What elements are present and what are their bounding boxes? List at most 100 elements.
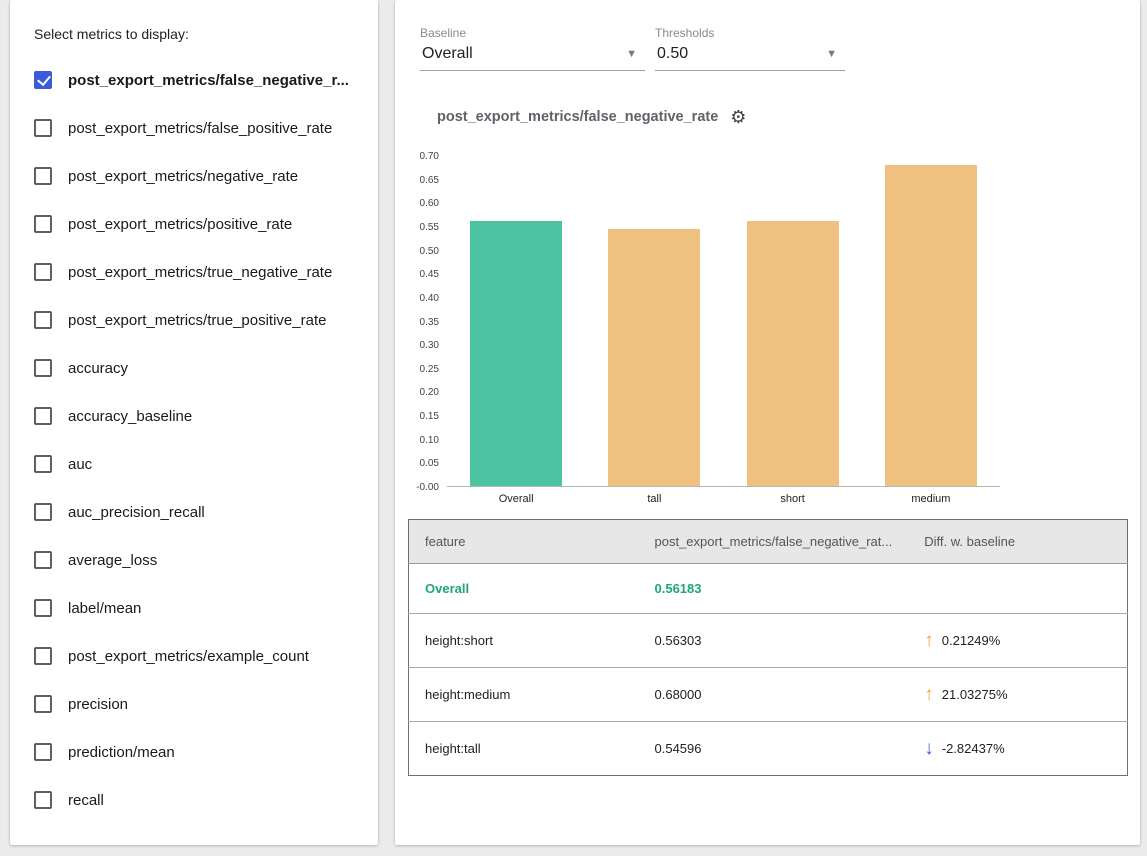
metric-checkbox-row[interactable]: post_export_metrics/positive_rate — [34, 200, 366, 248]
checkbox-unchecked-icon[interactable] — [34, 359, 52, 377]
cell-feature: height:tall — [409, 722, 639, 776]
y-axis-tick-label: 0.55 — [395, 222, 439, 233]
cell-diff: ↑ 0.21249% — [908, 614, 1127, 668]
thresholds-dropdown-value: 0.50 — [657, 45, 688, 63]
cell-diff — [908, 564, 1127, 614]
checkbox-unchecked-icon[interactable] — [34, 743, 52, 761]
checkbox-checked-icon[interactable] — [34, 71, 52, 89]
y-axis-tick-label: 0.70 — [395, 151, 439, 162]
baseline-dropdown-value: Overall — [422, 45, 473, 63]
checkbox-unchecked-icon[interactable] — [34, 119, 52, 137]
table-row[interactable]: height:tall0.54596 ↓ -2.82437% — [409, 722, 1128, 776]
checkbox-unchecked-icon[interactable] — [34, 695, 52, 713]
metric-checkbox-row[interactable]: average_loss — [34, 536, 366, 584]
cell-metric-value: 0.54596 — [639, 722, 909, 776]
diff-percentage: 21.03275% — [942, 687, 1008, 702]
checkbox-unchecked-icon[interactable] — [34, 263, 52, 281]
y-axis-tick-label: 0.10 — [395, 435, 439, 446]
settings-gear-icon[interactable]: ⚙ — [730, 108, 746, 126]
baseline-dropdown-label: Baseline — [420, 26, 645, 40]
x-axis-label: medium — [862, 493, 1000, 505]
diff-percentage: -2.82437% — [942, 741, 1005, 756]
metric-label: post_export_metrics/negative_rate — [68, 168, 298, 185]
metric-label: post_export_metrics/false_negative_r... — [68, 72, 349, 89]
y-axis-tick-label: 0.30 — [395, 340, 439, 351]
bar-chart: 0.700.650.600.550.500.450.400.350.300.25… — [395, 150, 1140, 510]
cell-feature: Overall — [409, 564, 639, 614]
metric-label: post_export_metrics/example_count — [68, 648, 309, 665]
thresholds-dropdown-label: Thresholds — [655, 26, 845, 40]
metric-label: post_export_metrics/false_positive_rate — [68, 120, 332, 137]
y-axis-tick-label: 0.50 — [395, 246, 439, 257]
metric-checkbox-row[interactable]: precision — [34, 680, 366, 728]
metric-label: precision — [68, 696, 128, 713]
chart-title: post_export_metrics/false_negative_rate — [437, 109, 718, 125]
metric-checkbox-row[interactable]: post_export_metrics/true_positive_rate — [34, 296, 366, 344]
metric-checkbox-row[interactable]: post_export_metrics/example_count — [34, 632, 366, 680]
bar-overall[interactable] — [470, 221, 562, 486]
bar-short[interactable] — [747, 221, 839, 486]
cell-feature: height:medium — [409, 668, 639, 722]
checkbox-unchecked-icon[interactable] — [34, 167, 52, 185]
y-axis: 0.700.650.600.550.500.450.400.350.300.25… — [395, 156, 443, 487]
metric-checkbox-row[interactable]: post_export_metrics/false_negative_r... — [34, 56, 366, 104]
cell-metric-value: 0.56183 — [639, 564, 909, 614]
bar-medium[interactable] — [885, 165, 977, 486]
metric-label: accuracy_baseline — [68, 408, 192, 425]
metric-checkbox-row[interactable]: post_export_metrics/true_negative_rate — [34, 248, 366, 296]
checkbox-unchecked-icon[interactable] — [34, 455, 52, 473]
cell-diff: ↓ -2.82437% — [908, 722, 1127, 776]
metric-label: label/mean — [68, 600, 141, 617]
checkbox-unchecked-icon[interactable] — [34, 791, 52, 809]
diff-percentage: 0.21249% — [942, 633, 1001, 648]
y-axis-tick-label: 0.20 — [395, 387, 439, 398]
baseline-dropdown[interactable]: Baseline Overall ▼ — [420, 26, 645, 71]
metric-checkbox-row[interactable]: label/mean — [34, 584, 366, 632]
metrics-table: feature post_export_metrics/false_negati… — [408, 519, 1128, 776]
table-header-row: feature post_export_metrics/false_negati… — [409, 520, 1128, 564]
cell-diff: ↑ 21.03275% — [908, 668, 1127, 722]
x-axis-labels: Overalltallshortmedium — [447, 493, 1000, 509]
table-row[interactable]: height:short0.56303 ↑ 0.21249% — [409, 614, 1128, 668]
table-body: Overall0.56183height:short0.56303 ↑ 0.2124… — [409, 564, 1128, 776]
metric-selector-panel: Select metrics to display: post_export_m… — [10, 0, 378, 845]
y-axis-tick-label: 0.35 — [395, 317, 439, 328]
arrow-up-icon: ↑ — [924, 631, 934, 650]
metric-label: accuracy — [68, 360, 128, 377]
checkbox-unchecked-icon[interactable] — [34, 311, 52, 329]
metric-checkbox-row[interactable]: prediction/mean — [34, 728, 366, 776]
metric-checkbox-row[interactable]: recall — [34, 776, 366, 824]
y-axis-tick-label: 0.45 — [395, 269, 439, 280]
metric-label: post_export_metrics/positive_rate — [68, 216, 292, 233]
metric-checkbox-row[interactable]: accuracy — [34, 344, 366, 392]
arrow-up-icon: ↑ — [924, 685, 934, 704]
metric-checkbox-row[interactable]: auc_precision_recall — [34, 488, 366, 536]
metric-label: prediction/mean — [68, 744, 175, 761]
checkbox-unchecked-icon[interactable] — [34, 503, 52, 521]
cell-feature: height:short — [409, 614, 639, 668]
cell-metric-value: 0.68000 — [639, 668, 909, 722]
bar-tall[interactable] — [608, 229, 700, 486]
header-metric-value: post_export_metrics/false_negative_rat..… — [639, 520, 909, 564]
metric-checkbox-row[interactable]: post_export_metrics/negative_rate — [34, 152, 366, 200]
table-row[interactable]: Overall0.56183 — [409, 564, 1128, 614]
chevron-down-icon: ▼ — [626, 48, 637, 60]
y-axis-tick-label: 0.25 — [395, 364, 439, 375]
metric-label: auc_precision_recall — [68, 504, 205, 521]
x-axis-label: Overall — [447, 493, 585, 505]
table-row[interactable]: height:medium0.68000 ↑ 21.03275% — [409, 668, 1128, 722]
header-diff: Diff. w. baseline — [908, 520, 1127, 564]
metric-checkbox-row[interactable]: auc — [34, 440, 366, 488]
y-axis-tick-label: -0.00 — [395, 482, 439, 493]
arrow-down-icon: ↓ — [924, 739, 934, 758]
checkbox-unchecked-icon[interactable] — [34, 407, 52, 425]
metric-checkbox-row[interactable]: accuracy_baseline — [34, 392, 366, 440]
checkbox-unchecked-icon[interactable] — [34, 215, 52, 233]
checkbox-unchecked-icon[interactable] — [34, 647, 52, 665]
thresholds-dropdown[interactable]: Thresholds 0.50 ▼ — [655, 26, 845, 71]
checkbox-unchecked-icon[interactable] — [34, 551, 52, 569]
metric-checkbox-row[interactable]: post_export_metrics/false_positive_rate — [34, 104, 366, 152]
y-axis-tick-label: 0.65 — [395, 175, 439, 186]
checkbox-unchecked-icon[interactable] — [34, 599, 52, 617]
cell-metric-value: 0.56303 — [639, 614, 909, 668]
